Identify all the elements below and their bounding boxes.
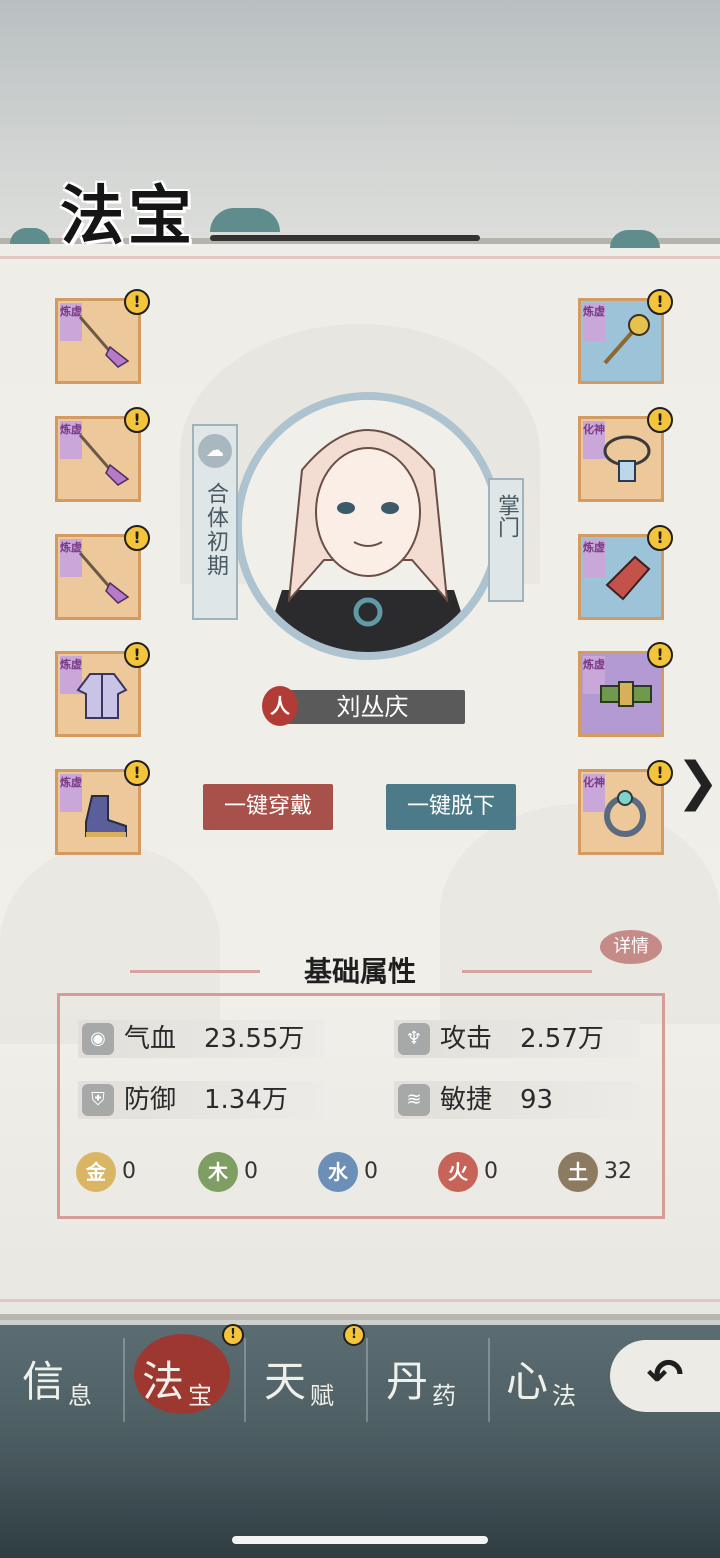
tab-method[interactable]: 心 法: [498, 1340, 616, 1416]
page-title-text: 法宝: [60, 179, 196, 254]
unequip-all-button[interactable]: 一键脱下: [386, 784, 516, 830]
back-button[interactable]: ↶: [610, 1340, 720, 1412]
equip-slot-right-3[interactable]: 炼虚 !: [578, 525, 673, 620]
equip-slot-right-4[interactable]: 炼虚 !: [578, 642, 673, 737]
equip-slot-left-1[interactable]: 炼虚 !: [55, 289, 150, 384]
equip-slot-right-2[interactable]: 化神 !: [578, 407, 673, 502]
tab-treasure[interactable]: 法 宝: [134, 1340, 252, 1416]
element-value: 0: [244, 1159, 258, 1184]
stat-hp: ◉ 气血 23.55万: [78, 1020, 324, 1058]
stat-agility: ≋ 敏捷 93: [394, 1081, 640, 1119]
metal-icon: 金: [76, 1152, 116, 1192]
stat-label: 攻击: [440, 1024, 493, 1054]
boots-icon: [85, 795, 127, 837]
tab-info[interactable]: 信 息: [14, 1340, 132, 1416]
section-title: 基础属性: [303, 955, 416, 988]
equip-slot-left-3[interactable]: 炼虚 !: [55, 525, 150, 620]
realm-text: 合体初期: [203, 482, 228, 578]
realm-tag: ☁ 合体初期: [192, 424, 238, 620]
tab-talent[interactable]: 天 赋: [256, 1340, 374, 1416]
cloud-decoration: [610, 230, 660, 248]
character-name: 刘丛庆: [280, 690, 465, 724]
water-icon: 水: [318, 1152, 358, 1192]
tab-label-small: 宝: [188, 1382, 212, 1410]
tab-divider: [244, 1338, 246, 1422]
stat-value: 93: [520, 1085, 554, 1115]
cloud-decoration: [210, 208, 280, 232]
tab-label-big: 丹: [386, 1357, 429, 1406]
element-value: 0: [484, 1159, 498, 1184]
element-value: 32: [604, 1159, 632, 1184]
wood-icon: 木: [198, 1152, 238, 1192]
element-value: 0: [122, 1159, 136, 1184]
attack-icon: ♆: [398, 1023, 430, 1055]
stat-attack: ♆ 攻击 2.57万: [394, 1020, 640, 1058]
stat-label: 防御: [124, 1085, 177, 1115]
stat-label: 敏捷: [440, 1085, 493, 1115]
equip-slot-right-5[interactable]: 化神 !: [578, 760, 673, 855]
tab-label-big: 心: [506, 1357, 549, 1406]
tab-label-big: 信: [22, 1357, 65, 1406]
fire-icon: 火: [438, 1152, 478, 1192]
equip-slot-left-2[interactable]: 炼虚 !: [55, 407, 150, 502]
tab-label-small: 赋: [310, 1382, 334, 1410]
home-indicator[interactable]: [232, 1536, 488, 1544]
bracer-icon: [605, 555, 651, 601]
element-value: 0: [364, 1159, 378, 1184]
ring-icon: [604, 790, 646, 837]
cloud-icon: ☁: [198, 434, 232, 468]
polearm-icon: [78, 316, 130, 368]
belt-icon: [600, 681, 652, 707]
equip-slot-left-4[interactable]: 炼虚 !: [55, 642, 150, 737]
tab-divider: [488, 1338, 490, 1422]
tab-label-big: 天: [264, 1357, 307, 1406]
tab-label-big: 法: [142, 1357, 185, 1406]
tab-label-small: 法: [552, 1382, 576, 1410]
stat-value: 2.57万: [520, 1024, 604, 1054]
tab-label-small: 药: [432, 1382, 456, 1410]
tab-label-small: 息: [68, 1382, 92, 1410]
equip-all-button[interactable]: 一键穿戴: [203, 784, 333, 830]
character-portrait: [234, 392, 502, 660]
robe-icon: [76, 673, 128, 719]
stat-value: 23.55万: [204, 1024, 305, 1054]
stat-label: 气血: [124, 1024, 177, 1054]
shield-icon: ⛨: [82, 1084, 114, 1116]
position-text: 掌门: [494, 494, 519, 538]
stat-value: 1.34万: [204, 1085, 288, 1115]
alert-badge: !: [222, 1324, 244, 1346]
position-tag: 掌门: [488, 478, 524, 602]
back-arrow-icon: ↶: [646, 1350, 684, 1401]
tab-divider: [366, 1338, 368, 1422]
earth-icon: 土: [558, 1152, 598, 1192]
equip-slot-right-1[interactable]: 炼虚 !: [578, 289, 673, 384]
blood-drop-icon: ◉: [82, 1023, 114, 1055]
equip-slot-left-5[interactable]: 炼虚 !: [55, 760, 150, 855]
stat-defense: ⛨ 防御 1.34万: [78, 1081, 324, 1119]
polearm-icon: [78, 552, 130, 604]
necklace-icon: [603, 435, 651, 482]
next-arrow-icon[interactable]: ❯: [676, 752, 720, 812]
alert-badge: !: [343, 1324, 365, 1346]
hairpin-icon: [603, 314, 650, 365]
tab-divider: [123, 1338, 125, 1422]
page-title: 法宝: [60, 165, 480, 257]
tab-elixir[interactable]: 丹 药: [378, 1340, 496, 1416]
polearm-icon: [78, 434, 130, 486]
character-avatar: [242, 400, 494, 652]
wind-icon: ≋: [398, 1084, 430, 1116]
title-underline: [210, 235, 480, 241]
person-icon: 人: [262, 686, 298, 726]
